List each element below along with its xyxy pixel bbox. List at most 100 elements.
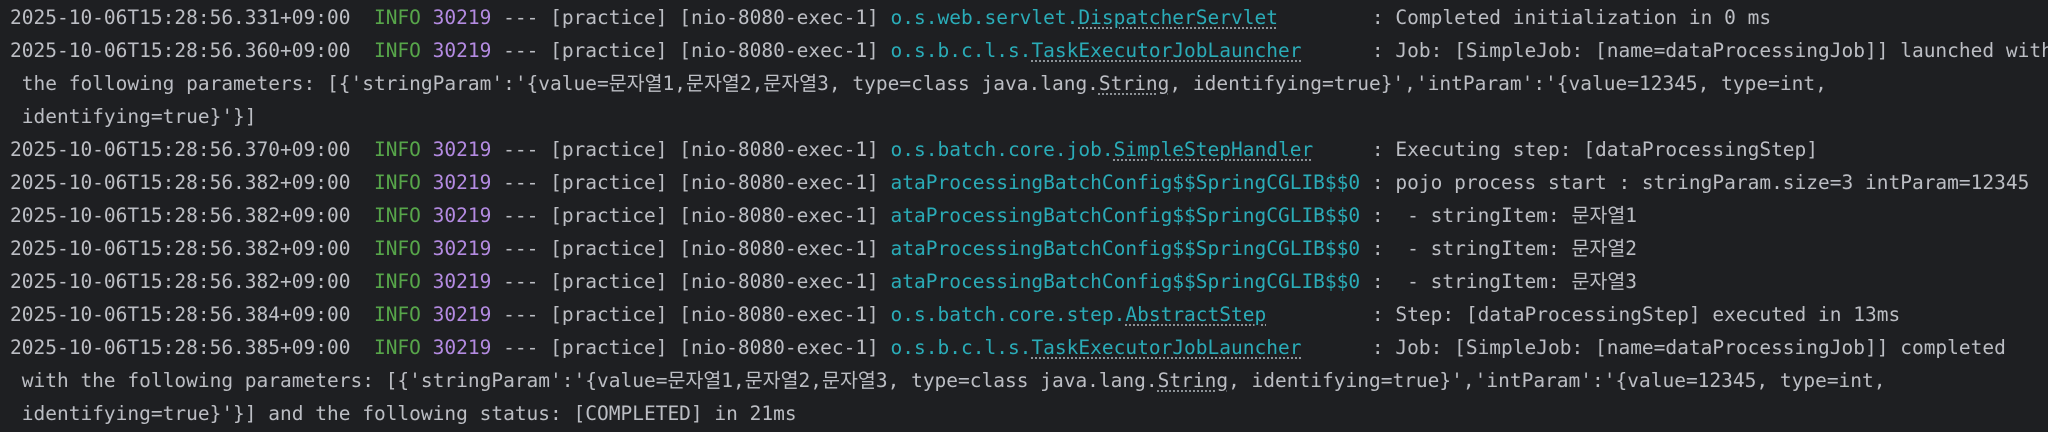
- log-segment: with the following parameters: [{'string…: [10, 369, 1158, 392]
- log-segment: --- [practice] [nio-8080-exec-1]: [491, 171, 891, 194]
- log-line: 2025-10-06T15:28:56.331+09:00 INFO 30219…: [10, 1, 2048, 34]
- timestamp: 2025-10-06T15:28:56.382+09:00: [10, 204, 351, 227]
- log-segment: [350, 336, 373, 359]
- log-segment: [421, 237, 433, 260]
- log-segment: pojo process start : stringParam.size=3 …: [1395, 171, 2030, 194]
- log-segment: Job: [SimpleJob: [name=dataProcessingJob…: [1395, 39, 2048, 62]
- log-line: the following parameters: [{'stringParam…: [10, 67, 2048, 100]
- logger-name: ataProcessingBatchConfig$$SpringCGLIB$$0: [890, 171, 1361, 194]
- logger-name: DispatcherServlet: [1078, 6, 1278, 29]
- timestamp: 2025-10-06T15:28:56.382+09:00: [10, 270, 351, 293]
- log-segment: --- [practice] [nio-8080-exec-1]: [491, 204, 891, 227]
- log-segment: :: [1360, 171, 1396, 194]
- log-line: 2025-10-06T15:28:56.382+09:00 INFO 30219…: [10, 166, 2048, 199]
- log-segment: - stringItem: 문자열2: [1395, 237, 1638, 260]
- log-line: 2025-10-06T15:28:56.385+09:00 INFO 30219…: [10, 331, 2048, 364]
- logger-name: o.s.b.c.l.s.: [890, 336, 1032, 359]
- log-segment: [421, 39, 433, 62]
- log-segment: [350, 39, 373, 62]
- timestamp: 2025-10-06T15:28:56.384+09:00: [10, 303, 351, 326]
- log-segment: [350, 237, 373, 260]
- log-segment: [350, 138, 373, 161]
- logger-name: SimpleStepHandler: [1113, 138, 1314, 161]
- log-segment: :: [1266, 303, 1396, 326]
- log-level: INFO: [373, 6, 421, 29]
- log-line: 2025-10-06T15:28:56.370+09:00 INFO 30219…: [10, 133, 2048, 166]
- log-segment: [350, 270, 373, 293]
- log-segment: , identifying=true}','intParam':'{value=…: [1169, 72, 1827, 95]
- log-segment: Completed initialization in 0 ms: [1395, 6, 1772, 29]
- log-segment: --- [practice] [nio-8080-exec-1]: [491, 303, 891, 326]
- log-level: INFO: [373, 270, 421, 293]
- log-line: 2025-10-06T15:28:56.360+09:00 INFO 30219…: [10, 34, 2048, 67]
- log-message: String: [1157, 369, 1229, 392]
- logger-name: ataProcessingBatchConfig$$SpringCGLIB$$0: [890, 237, 1361, 260]
- log-segment: [350, 6, 373, 29]
- logger-name: TaskExecutorJobLauncher: [1031, 336, 1302, 359]
- log-line: identifying=true}'}] and the following s…: [10, 397, 2048, 430]
- log-segment: [350, 171, 373, 194]
- log-segment: --- [practice] [nio-8080-exec-1]: [491, 336, 891, 359]
- logger-name: o.s.web.servlet.: [890, 6, 1079, 29]
- process-id: 30219: [432, 270, 492, 293]
- process-id: 30219: [432, 303, 492, 326]
- process-id: 30219: [432, 138, 492, 161]
- log-message: String: [1098, 72, 1170, 95]
- logger-name: o.s.batch.core.job.: [890, 138, 1114, 161]
- log-level: INFO: [373, 336, 421, 359]
- log-segment: :: [1360, 270, 1396, 293]
- log-segment: --- [practice] [nio-8080-exec-1]: [491, 237, 891, 260]
- log-segment: :: [1301, 39, 1396, 62]
- log-segment: Step: [dataProcessingStep] executed in 1…: [1395, 303, 1901, 326]
- timestamp: 2025-10-06T15:28:56.385+09:00: [10, 336, 351, 359]
- log-segment: - stringItem: 문자열3: [1395, 270, 1638, 293]
- process-id: 30219: [432, 6, 492, 29]
- log-segment: :: [1313, 138, 1396, 161]
- log-segment: --- [practice] [nio-8080-exec-1]: [491, 270, 891, 293]
- process-id: 30219: [432, 171, 492, 194]
- process-id: 30219: [432, 336, 492, 359]
- logger-name: ataProcessingBatchConfig$$SpringCGLIB$$0: [890, 270, 1361, 293]
- process-id: 30219: [432, 204, 492, 227]
- logger-name: AbstractStep: [1125, 303, 1267, 326]
- logger-name: TaskExecutorJobLauncher: [1031, 39, 1302, 62]
- log-console[interactable]: 2025-10-06T15:28:56.331+09:00 INFO 30219…: [0, 0, 2048, 432]
- log-segment: [421, 204, 433, 227]
- log-segment: [350, 204, 373, 227]
- log-segment: [421, 6, 433, 29]
- log-segment: :: [1360, 237, 1396, 260]
- log-line: identifying=true}'}]: [10, 100, 2048, 133]
- log-segment: [421, 138, 433, 161]
- logger-name: o.s.batch.core.step.: [890, 303, 1126, 326]
- log-segment: :: [1277, 6, 1396, 29]
- log-line: 2025-10-06T15:28:56.382+09:00 INFO 30219…: [10, 265, 2048, 298]
- timestamp: 2025-10-06T15:28:56.331+09:00: [10, 6, 351, 29]
- log-segment: [421, 336, 433, 359]
- log-segment: Job: [SimpleJob: [name=dataProcessingJob…: [1395, 336, 2006, 359]
- log-segment: --- [practice] [nio-8080-exec-1]: [491, 39, 891, 62]
- log-segment: --- [practice] [nio-8080-exec-1]: [491, 138, 891, 161]
- log-line: with the following parameters: [{'string…: [10, 364, 2048, 397]
- log-segment: identifying=true}'}] and the following s…: [10, 402, 797, 425]
- log-line: 2025-10-06T15:28:56.384+09:00 INFO 30219…: [10, 298, 2048, 331]
- logger-name: ataProcessingBatchConfig$$SpringCGLIB$$0: [890, 204, 1361, 227]
- log-segment: [421, 270, 433, 293]
- process-id: 30219: [432, 39, 492, 62]
- log-segment: identifying=true}'}]: [10, 105, 257, 128]
- log-level: INFO: [373, 138, 421, 161]
- log-segment: [421, 303, 433, 326]
- timestamp: 2025-10-06T15:28:56.360+09:00: [10, 39, 351, 62]
- log-segment: - stringItem: 문자열1: [1395, 204, 1638, 227]
- log-segment: the following parameters: [{'stringParam…: [10, 72, 1099, 95]
- log-level: INFO: [373, 303, 421, 326]
- log-segment: :: [1301, 336, 1396, 359]
- log-segment: Executing step: [dataProcessingStep]: [1395, 138, 1819, 161]
- log-line: 2025-10-06T15:28:56.382+09:00 INFO 30219…: [10, 232, 2048, 265]
- timestamp: 2025-10-06T15:28:56.382+09:00: [10, 237, 351, 260]
- log-segment: [350, 303, 373, 326]
- log-segment: --- [practice] [nio-8080-exec-1]: [491, 6, 891, 29]
- log-line: 2025-10-06T15:28:56.382+09:00 INFO 30219…: [10, 199, 2048, 232]
- process-id: 30219: [432, 237, 492, 260]
- log-segment: :: [1360, 204, 1396, 227]
- timestamp: 2025-10-06T15:28:56.382+09:00: [10, 171, 351, 194]
